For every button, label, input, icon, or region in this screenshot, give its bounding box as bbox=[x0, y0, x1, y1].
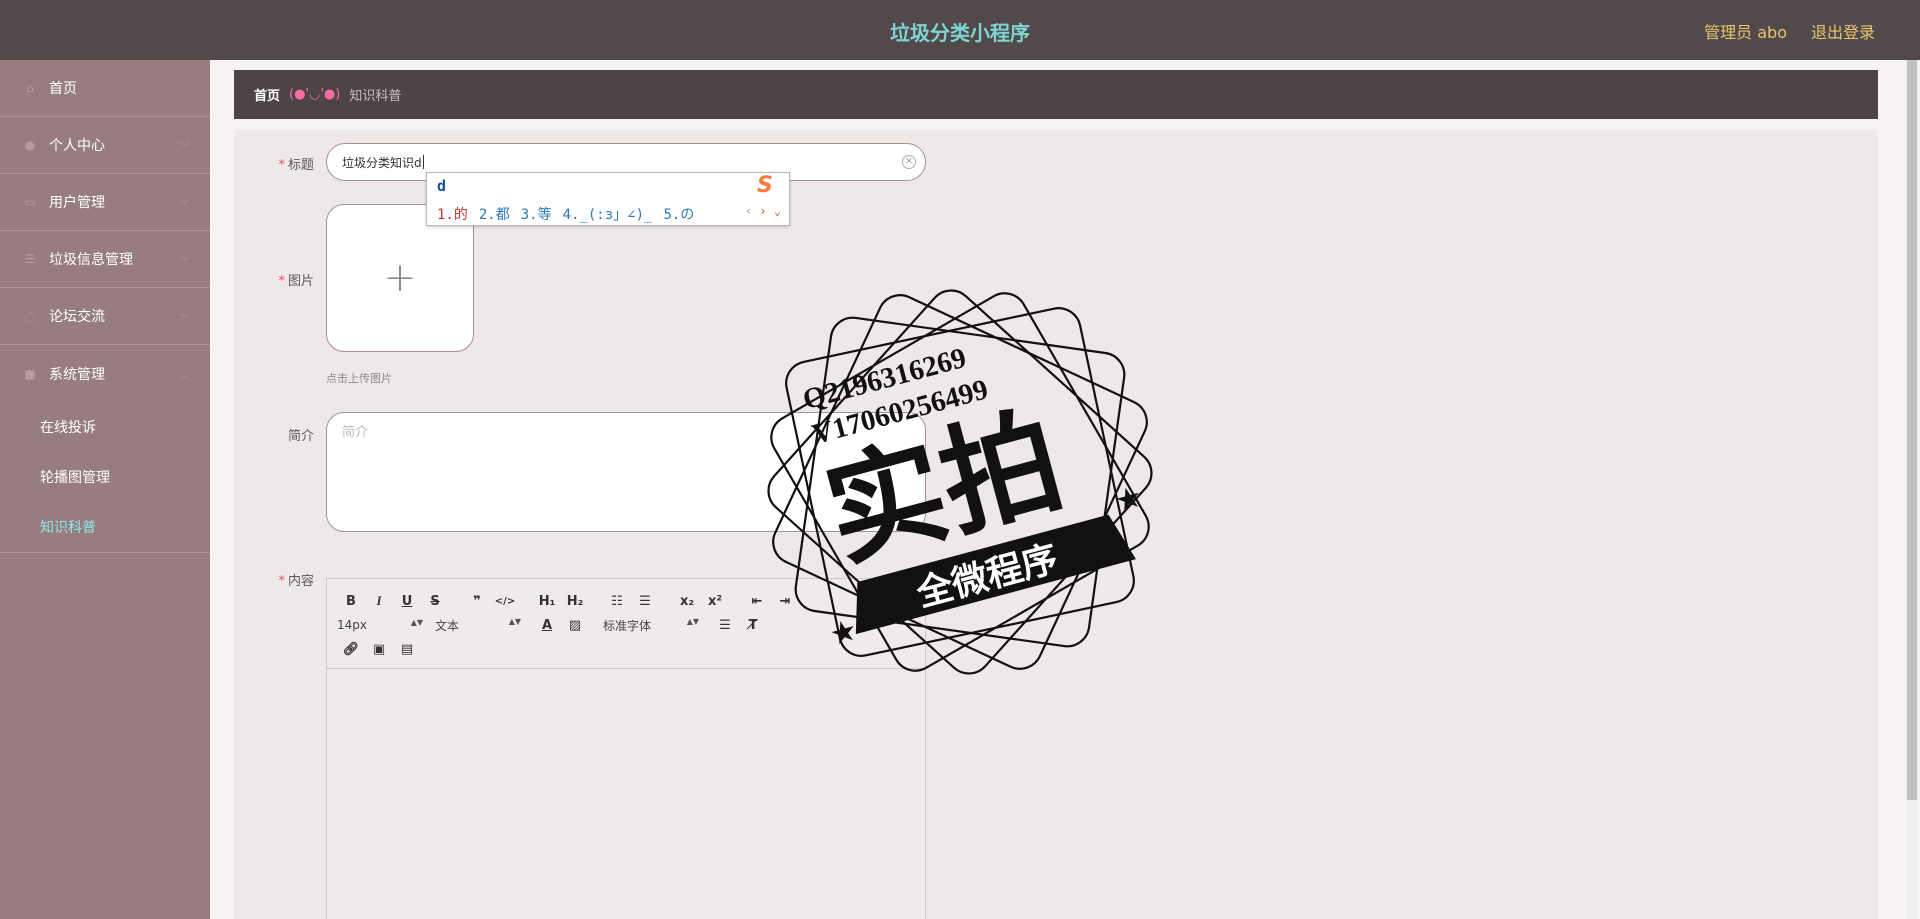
strikethrough-icon[interactable]: S bbox=[421, 594, 449, 609]
toolbar-row-3: 🔗︎ ▣ ▤ bbox=[337, 637, 915, 661]
sidebar-item-label: 垃圾信息管理 bbox=[49, 252, 133, 268]
plus-icon: + bbox=[383, 255, 417, 301]
ordered-list-icon[interactable]: ☷ bbox=[603, 594, 631, 609]
align-icon[interactable]: ☰ bbox=[711, 618, 739, 633]
sidebar-item-user-management[interactable]: ▭ 用户管理 ﹀ bbox=[0, 174, 210, 231]
intro-textarea[interactable]: 简介 bbox=[326, 412, 926, 532]
breadcrumb-home[interactable]: 首页 bbox=[254, 85, 280, 104]
ime-candidate[interactable]: 4._(:з」∠)_ bbox=[563, 207, 653, 223]
breadcrumb-separator: (●'◡'●) bbox=[289, 87, 341, 102]
sidebar-item-home[interactable]: ⌂ 首页 bbox=[0, 60, 210, 117]
superscript-icon[interactable]: x² bbox=[701, 594, 729, 609]
edit-form: * 标题 垃圾分类知识d ✕ * 图片 + 点击上传图片 简介 简介 * 内容 B I bbox=[234, 130, 1878, 919]
chevron-up-icon: ︿ bbox=[180, 371, 190, 382]
editor-toolbar: B I U S ❞ </> H₁ H₂ ☷ ☰ x₂ x² ⇤ ⇥ 14px ▲… bbox=[327, 579, 925, 669]
video-icon[interactable]: ▤ bbox=[393, 642, 421, 657]
chevron-down-icon: ﹀ bbox=[180, 200, 190, 211]
italic-icon[interactable]: I bbox=[365, 593, 393, 609]
chevron-down-icon: ﹀ bbox=[180, 314, 190, 325]
sidebar: ⌂ 首页 ● 个人中心 ﹀ ▭ 用户管理 ﹀ ☰ 垃圾信息管理 ﹀ ◌ 论坛交流… bbox=[0, 60, 210, 919]
system-submenu: 在线投诉 轮播图管理 知识科普 bbox=[0, 402, 210, 553]
sidebar-item-label: 论坛交流 bbox=[49, 309, 105, 325]
text-caret bbox=[422, 155, 424, 169]
admin-user-label[interactable]: 管理员 abo bbox=[1704, 19, 1787, 43]
title-input-value: 垃圾分类知识d bbox=[342, 155, 422, 170]
ime-logo-icon: S bbox=[757, 173, 773, 198]
sidebar-item-system[interactable]: ■ 系统管理 ︿ bbox=[0, 345, 210, 402]
sidebar-item-garbage-info[interactable]: ☰ 垃圾信息管理 ﹀ bbox=[0, 231, 210, 288]
ime-composition: d bbox=[437, 177, 447, 195]
editor-body[interactable] bbox=[327, 669, 925, 919]
quote-icon[interactable]: ❞ bbox=[463, 594, 491, 609]
sidebar-item-forum[interactable]: ◌ 论坛交流 ﹀ bbox=[0, 288, 210, 345]
underline-icon[interactable]: U bbox=[393, 594, 421, 609]
font-family-select[interactable]: 标准字体 ▲▼ bbox=[603, 617, 699, 634]
outdent-icon[interactable]: ⇤ bbox=[743, 594, 771, 609]
home-icon: ⌂ bbox=[26, 81, 34, 95]
chevron-down-icon: ﹀ bbox=[180, 143, 190, 154]
image-uploader[interactable]: + bbox=[326, 204, 474, 352]
upload-tip: 点击上传图片 bbox=[326, 372, 392, 385]
font-size-select[interactable]: 14px ▲▼ bbox=[337, 618, 423, 632]
ime-page-nav[interactable]: ‹ › ⌄ bbox=[745, 204, 781, 218]
top-header: 垃圾分类小程序 管理员 abo 退出登录 bbox=[0, 0, 1920, 60]
font-color-icon[interactable]: A bbox=[533, 618, 561, 633]
scrollbar-thumb[interactable] bbox=[1907, 60, 1917, 800]
sidebar-subitem-knowledge[interactable]: 知识科普 bbox=[0, 502, 210, 552]
ime-candidate[interactable]: 3.等 bbox=[521, 207, 552, 223]
header-actions: 管理员 abo 退出登录 bbox=[1704, 19, 1875, 43]
ime-candidate-window: d S 1.的 2.都 3.等 4._(:з」∠)_ 5.の ‹ › ⌄ bbox=[426, 172, 790, 226]
sidebar-item-label: 个人中心 bbox=[49, 138, 105, 154]
content-label: * 内容 bbox=[278, 574, 314, 589]
clear-icon[interactable]: ✕ bbox=[902, 155, 916, 169]
paragraph-select[interactable]: 文本 ▲▼ bbox=[435, 617, 521, 634]
sidebar-item-label: 系统管理 bbox=[49, 366, 105, 383]
indent-icon[interactable]: ⇥ bbox=[771, 594, 799, 609]
clear-format-icon[interactable]: T̸ bbox=[739, 618, 767, 633]
breadcrumb-current: 知识科普 bbox=[349, 89, 402, 104]
intro-label: 简介 bbox=[287, 429, 314, 444]
sidebar-subitem-complaints[interactable]: 在线投诉 bbox=[0, 402, 210, 452]
page-scrollbar[interactable] bbox=[1906, 60, 1918, 919]
subscript-icon[interactable]: x₂ bbox=[673, 594, 701, 609]
bold-icon[interactable]: B bbox=[337, 594, 365, 609]
ime-candidate[interactable]: 1.的 bbox=[437, 207, 468, 223]
title-label: * 标题 bbox=[278, 158, 314, 173]
image-label: * 图片 bbox=[278, 274, 314, 289]
user-icon: ● bbox=[24, 138, 36, 152]
users-icon: ▭ bbox=[24, 195, 36, 209]
select-caret-icon: ▲▼ bbox=[686, 616, 699, 626]
ime-candidate[interactable]: 5.の bbox=[663, 207, 694, 223]
app-title: 垃圾分类小程序 bbox=[890, 21, 1030, 45]
image-icon[interactable]: ▣ bbox=[365, 642, 393, 657]
bullet-list-icon[interactable]: ☰ bbox=[631, 594, 659, 609]
heading1-icon[interactable]: H₁ bbox=[533, 594, 561, 609]
select-caret-icon: ▲▼ bbox=[508, 616, 521, 626]
chevron-down-icon: ﹀ bbox=[180, 257, 190, 268]
sidebar-item-label: 用户管理 bbox=[49, 195, 105, 211]
ime-candidates: 1.的 2.都 3.等 4._(:з」∠)_ 5.の bbox=[437, 204, 705, 224]
sidebar-item-personal-center[interactable]: ● 个人中心 ﹀ bbox=[0, 117, 210, 174]
logout-link[interactable]: 退出登录 bbox=[1811, 19, 1875, 43]
link-icon[interactable]: 🔗︎ bbox=[337, 642, 365, 657]
list-icon: ☰ bbox=[24, 252, 36, 266]
code-icon[interactable]: </> bbox=[491, 596, 519, 607]
select-caret-icon: ▲▼ bbox=[410, 618, 423, 627]
sidebar-item-label: 首页 bbox=[49, 81, 77, 97]
toolbar-row-2: 14px ▲▼ 文本 ▲▼ A ▨ 标准字体 ▲▼ ☰ T̸ bbox=[337, 613, 915, 637]
ime-candidate[interactable]: 2.都 bbox=[479, 207, 510, 223]
background-color-icon[interactable]: ▨ bbox=[561, 618, 589, 633]
chat-icon: ◌ bbox=[24, 309, 36, 323]
rich-text-editor: B I U S ❞ </> H₁ H₂ ☷ ☰ x₂ x² ⇤ ⇥ 14px ▲… bbox=[326, 578, 926, 919]
settings-icon: ■ bbox=[24, 366, 36, 381]
heading2-icon[interactable]: H₂ bbox=[561, 594, 589, 609]
sidebar-subitem-carousel[interactable]: 轮播图管理 bbox=[0, 452, 210, 502]
intro-placeholder: 简介 bbox=[342, 425, 369, 440]
toolbar-row-1: B I U S ❞ </> H₁ H₂ ☷ ☰ x₂ x² ⇤ ⇥ bbox=[337, 589, 915, 613]
breadcrumb: 首页 (●'◡'●) 知识科普 bbox=[234, 70, 1878, 119]
